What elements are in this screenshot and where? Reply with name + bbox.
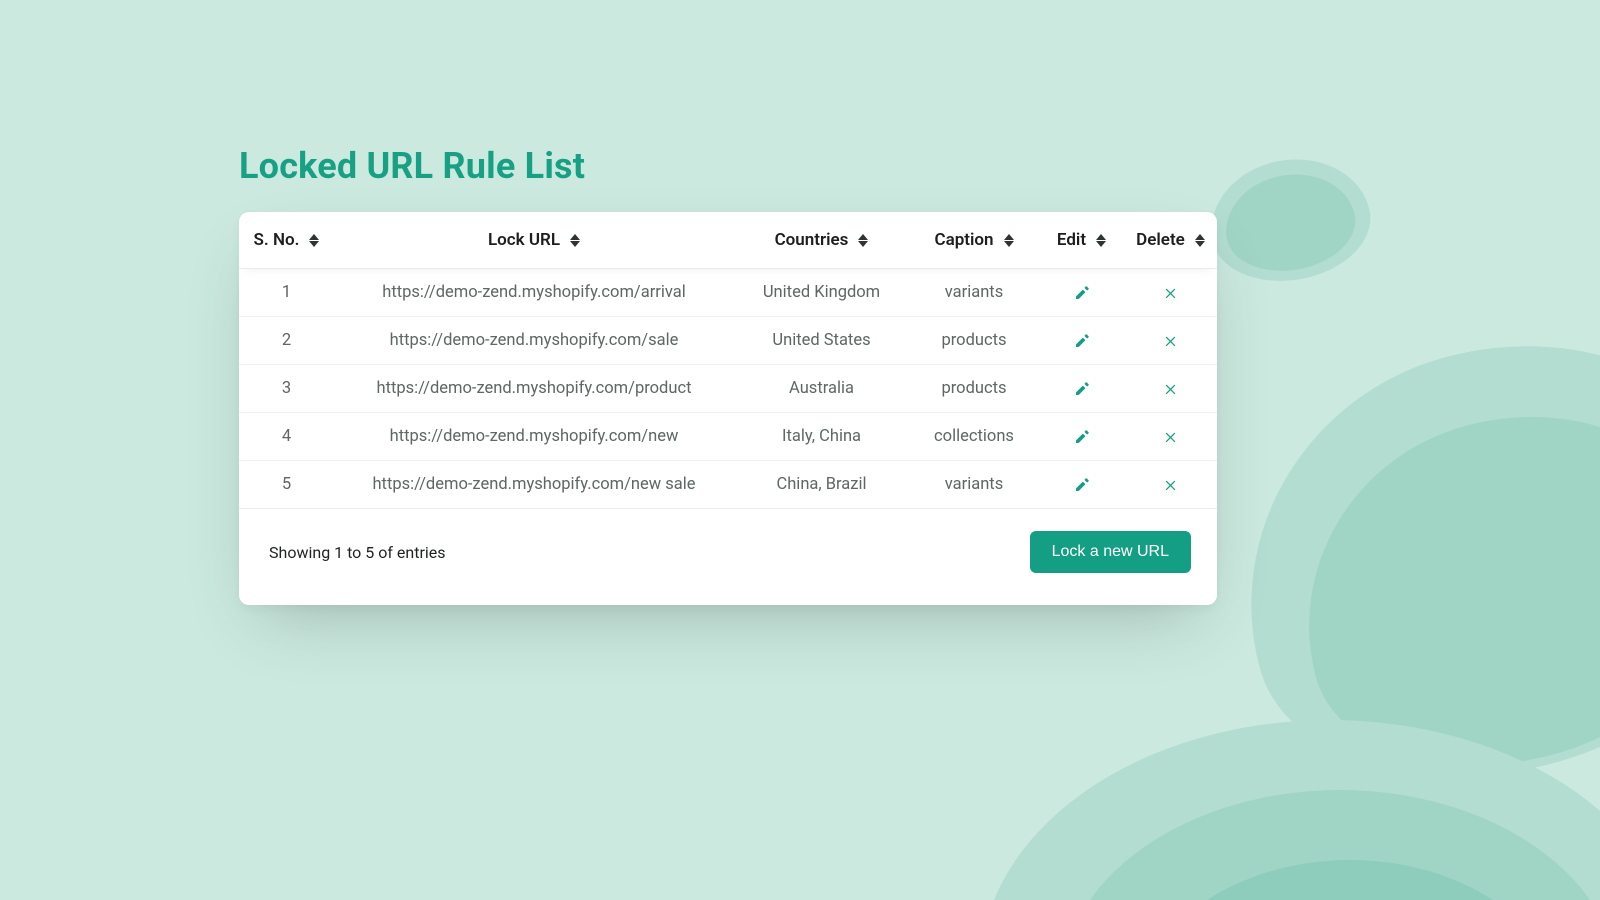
delete-icon[interactable] (1134, 381, 1207, 396)
cell-caption: collections (909, 413, 1039, 461)
cell-sno: 5 (239, 461, 334, 509)
cell-delete (1124, 413, 1217, 461)
cell-countries: Italy, China (734, 413, 909, 461)
column-header-url[interactable]: Lock URL (334, 212, 734, 269)
cell-caption: variants (909, 461, 1039, 509)
column-header-sno[interactable]: S. No. (239, 212, 334, 269)
cell-edit (1039, 413, 1124, 461)
delete-icon[interactable] (1134, 333, 1207, 348)
cell-delete (1124, 317, 1217, 365)
sort-icon (1004, 234, 1014, 247)
cell-edit (1039, 365, 1124, 413)
sort-icon (1096, 234, 1106, 247)
cell-sno: 3 (239, 365, 334, 413)
cell-edit (1039, 317, 1124, 365)
lock-new-url-button[interactable]: Lock a new URL (1030, 531, 1191, 573)
rules-table: S. No. Lock URL (239, 212, 1217, 509)
column-header-edit[interactable]: Edit (1039, 212, 1124, 269)
cell-countries: Australia (734, 365, 909, 413)
cell-caption: products (909, 365, 1039, 413)
cell-edit (1039, 461, 1124, 509)
table-row: 5https://demo-zend.myshopify.com/new sal… (239, 461, 1217, 509)
cell-countries: United States (734, 317, 909, 365)
column-header-caption[interactable]: Caption (909, 212, 1039, 269)
cell-sno: 4 (239, 413, 334, 461)
sort-icon (570, 234, 580, 247)
edit-icon[interactable] (1049, 284, 1114, 302)
cell-url: https://demo-zend.myshopify.com/sale (334, 317, 734, 365)
cell-caption: variants (909, 269, 1039, 317)
table-footer: Showing 1 to 5 of entries Lock a new URL (239, 509, 1217, 605)
column-header-label: Edit (1057, 230, 1086, 250)
cell-url: https://demo-zend.myshopify.com/new (334, 413, 734, 461)
column-header-label: Delete (1136, 230, 1185, 250)
cell-delete (1124, 365, 1217, 413)
table-row: 4https://demo-zend.myshopify.com/newItal… (239, 413, 1217, 461)
column-header-delete[interactable]: Delete (1124, 212, 1217, 269)
cell-url: https://demo-zend.myshopify.com/product (334, 365, 734, 413)
table-row: 3https://demo-zend.myshopify.com/product… (239, 365, 1217, 413)
table-header-row: S. No. Lock URL (239, 212, 1217, 269)
sort-icon (309, 234, 319, 247)
edit-icon[interactable] (1049, 332, 1114, 350)
cell-sno: 1 (239, 269, 334, 317)
page-title: Locked URL Rule List (239, 145, 1217, 187)
column-header-label: Countries (775, 230, 849, 250)
cell-delete (1124, 461, 1217, 509)
table-card: S. No. Lock URL (239, 212, 1217, 605)
sort-icon (858, 234, 868, 247)
delete-icon[interactable] (1134, 477, 1207, 492)
edit-icon[interactable] (1049, 428, 1114, 446)
cell-sno: 2 (239, 317, 334, 365)
cell-caption: products (909, 317, 1039, 365)
delete-icon[interactable] (1134, 429, 1207, 444)
cell-url: https://demo-zend.myshopify.com/arrival (334, 269, 734, 317)
delete-icon[interactable] (1134, 285, 1207, 300)
column-header-label: Caption (934, 230, 993, 250)
table-row: 1https://demo-zend.myshopify.com/arrival… (239, 269, 1217, 317)
cell-delete (1124, 269, 1217, 317)
cell-countries: United Kingdom (734, 269, 909, 317)
edit-icon[interactable] (1049, 380, 1114, 398)
cell-edit (1039, 269, 1124, 317)
edit-icon[interactable] (1049, 476, 1114, 494)
column-header-label: Lock URL (488, 230, 560, 250)
table-body: 1https://demo-zend.myshopify.com/arrival… (239, 269, 1217, 509)
table-row: 2https://demo-zend.myshopify.com/saleUni… (239, 317, 1217, 365)
sort-icon (1195, 234, 1205, 247)
entries-summary: Showing 1 to 5 of entries (269, 543, 446, 562)
column-header-countries[interactable]: Countries (734, 212, 909, 269)
cell-url: https://demo-zend.myshopify.com/new sale (334, 461, 734, 509)
column-header-label: S. No. (254, 230, 300, 250)
main-container: Locked URL Rule List S. No. (239, 145, 1217, 605)
cell-countries: China, Brazil (734, 461, 909, 509)
